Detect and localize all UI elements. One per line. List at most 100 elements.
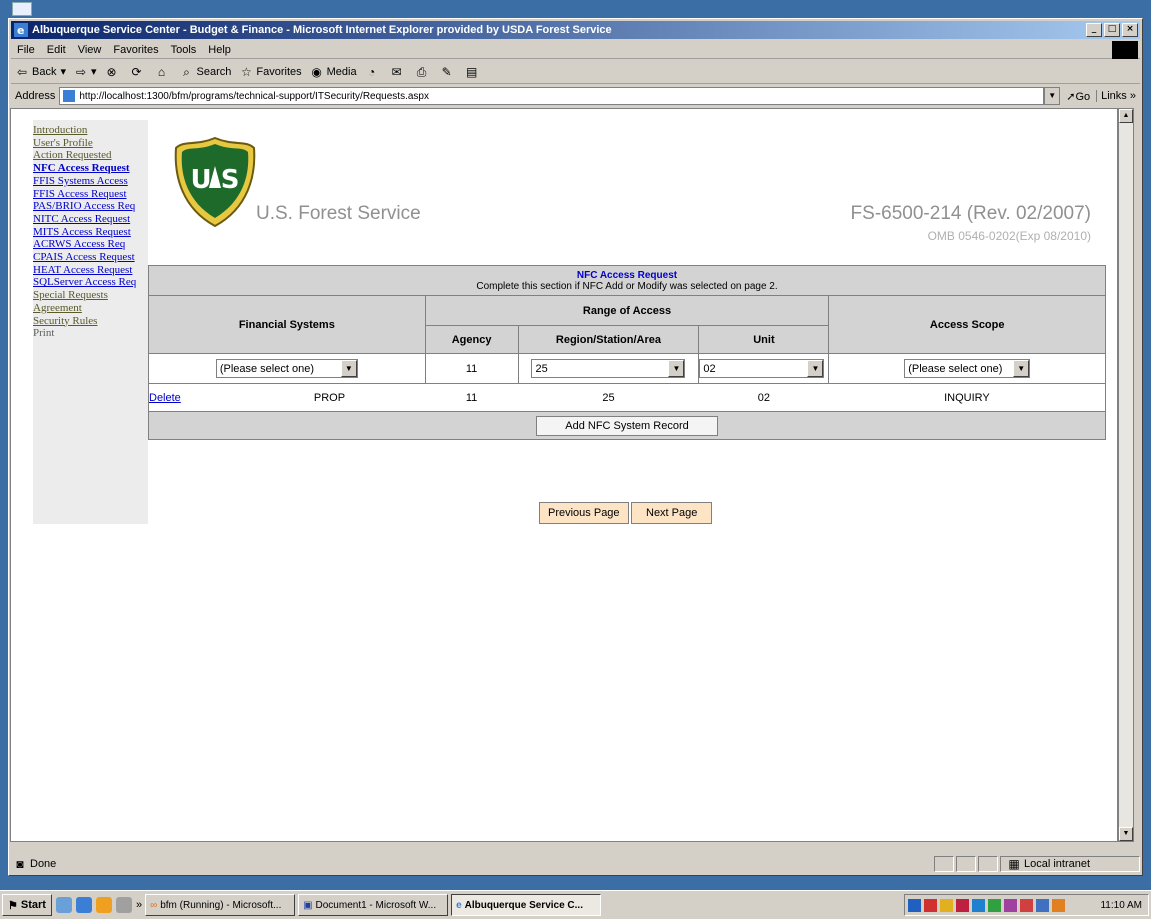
form-number: FS-6500-214 (Rev. 02/2007) [850,203,1091,224]
windows-logo-icon [1112,41,1138,59]
tray-icon[interactable] [924,898,937,912]
desktop-edge [0,0,8,890]
nav-cpais-access-request[interactable]: CPAIS Access Request [33,251,148,264]
vertical-scrollbar[interactable]: ▲ ▼ [1118,108,1134,842]
tray-icon[interactable] [1020,898,1033,912]
word-icon: ▣ [303,899,313,911]
menu-tools[interactable]: Tools [165,44,203,56]
mail-icon: ✉ [391,64,402,79]
scroll-up-icon[interactable]: ▲ [1119,109,1133,123]
print-button[interactable]: ⎙ [411,65,436,79]
add-nfc-record-button[interactable]: Add NFC System Record [536,415,718,436]
task-bfm[interactable]: ∞ bfm (Running) - Microsoft... [145,894,296,916]
nav-introduction[interactable]: Introduction [33,124,148,137]
next-page-button[interactable]: Next Page [631,502,713,524]
quicklaunch-chevron[interactable]: » [136,899,142,911]
history-button[interactable]: ◔ [361,65,386,79]
financial-system-select[interactable]: (Please select one) ▼ [215,359,358,378]
menu-help[interactable]: Help [202,44,237,56]
nav-agreement[interactable]: Agreement [33,302,148,315]
nav-ffis-systems-access[interactable]: FFIS Systems Access [33,175,148,188]
back-label: Back [32,65,57,78]
tray-icon[interactable] [1052,898,1065,912]
start-label: Start [20,899,46,911]
task-document1[interactable]: ▣ Document1 - Microsoft W... [298,894,449,916]
folder-quicklaunch-icon[interactable] [115,897,132,913]
nav-nitc-access-request[interactable]: NITC Access Request [33,213,148,226]
forward-button[interactable]: ⇨ ▾ [70,65,101,79]
dropdown-arrow-icon: ▼ [668,360,685,377]
tray-icon[interactable] [956,898,969,912]
tray-icon[interactable] [988,898,1001,912]
task-albuquerque[interactable]: e Albuquerque Service C... [451,894,602,916]
edit-button[interactable]: ✎ [436,65,461,79]
task-albuquerque-label: Albuquerque Service C... [464,899,583,911]
maximize-button[interactable]: □ [1104,23,1120,37]
windows-flag-icon: ⚑ [8,899,18,912]
nav-security-rules[interactable]: Security Rules [33,315,148,328]
media-button[interactable]: ◉ Media [306,65,361,79]
delete-link[interactable]: Delete [149,392,181,404]
forward-arrow-icon: ⇨ [75,64,87,79]
record-agency: 11 [425,383,518,412]
section-subtitle: Complete this section if NFC Add or Modi… [476,280,778,292]
toolbar: ⇦ Back ▾ ⇨ ▾ ⊗ ⟳ ⌂ ⌕ Search ☆ Favorites ◉ Medi… [11,60,1140,84]
nav-pas-brio-access[interactable]: PAS/BRIO Access Req [33,200,148,213]
address-input[interactable]: http://localhost:1300/bfm/programs/techn… [59,87,1045,105]
desktop-icon[interactable] [12,2,32,16]
access-scope-select[interactable]: (Please select one) ▼ [904,359,1031,378]
nav-sqlserver-access[interactable]: SQLServer Access Req [33,276,148,289]
menu-favorites[interactable]: Favorites [107,44,164,56]
section-header: NFC Access Request Complete this section… [148,265,1106,296]
media-quicklaunch-icon[interactable] [95,897,112,913]
status-bar: ◙ Done ▦ Local intranet [11,855,1140,873]
title-bar[interactable]: e Albuquerque Service Center - Budget & … [11,21,1140,39]
nav-mits-access-request[interactable]: MITS Access Request [33,226,148,239]
previous-page-button[interactable]: Previous Page [539,502,629,524]
page-icon [63,90,76,102]
task-bfm-label: bfm (Running) - Microsoft... [160,899,282,911]
nav-users-profile[interactable]: User's Profile [33,137,148,150]
nav-acrws-access[interactable]: ACRWS Access Req [33,238,148,251]
menu-file[interactable]: File [11,44,41,56]
mail-button[interactable]: ✉ [386,65,411,79]
address-dropdown-icon[interactable]: ▼ [1044,87,1061,105]
favorites-button[interactable]: ☆ Favorites [235,65,305,79]
access-scope-value: (Please select one) [908,362,1003,375]
stop-button[interactable]: ⊗ [101,65,126,79]
home-button[interactable]: ⌂ [151,65,176,79]
unit-select[interactable]: 02 ▼ [699,359,825,378]
minimize-button[interactable]: _ [1086,23,1102,37]
refresh-button[interactable]: ⟳ [126,65,151,79]
region-select[interactable]: 25 ▼ [531,359,686,378]
tray-icon[interactable] [940,898,953,912]
add-record-cell: Add NFC System Record [148,411,1106,440]
record-unit: 02 [698,383,829,412]
nav-heat-access-request[interactable]: HEAT Access Request [33,264,148,277]
financial-systems-header: Financial Systems [148,295,426,354]
nav-ffis-access-request[interactable]: FFIS Access Request [33,188,148,201]
tray-icon[interactable] [1004,898,1017,912]
discuss-button[interactable]: ▤ [461,65,486,79]
nav-action-requested[interactable]: Action Requested [33,149,148,162]
go-button[interactable]: ➚Go [1060,90,1096,103]
nav-nfc-access-request[interactable]: NFC Access Request [33,162,148,175]
section-title: NFC Access Request [576,269,678,281]
tray-icon[interactable] [1036,898,1049,912]
search-button[interactable]: ⌕ Search [176,65,236,79]
home-icon: ⌂ [157,64,166,79]
media-icon: ◉ [311,64,322,79]
scroll-down-icon[interactable]: ▼ [1119,827,1133,841]
menu-edit[interactable]: Edit [41,44,72,56]
ie-quicklaunch-icon[interactable] [75,897,92,913]
menu-view[interactable]: View [72,44,108,56]
show-desktop-icon[interactable] [55,897,72,913]
clock[interactable]: 11:10 AM [1100,900,1148,911]
start-button[interactable]: ⚑ Start [2,894,52,916]
close-button[interactable]: × [1122,23,1138,37]
links-button[interactable]: Links » [1096,90,1140,102]
back-button[interactable]: ⇦ Back ▾ [11,65,70,79]
nav-special-requests[interactable]: Special Requests [33,289,148,302]
tray-icon[interactable] [908,898,921,912]
tray-icon[interactable] [972,898,985,912]
